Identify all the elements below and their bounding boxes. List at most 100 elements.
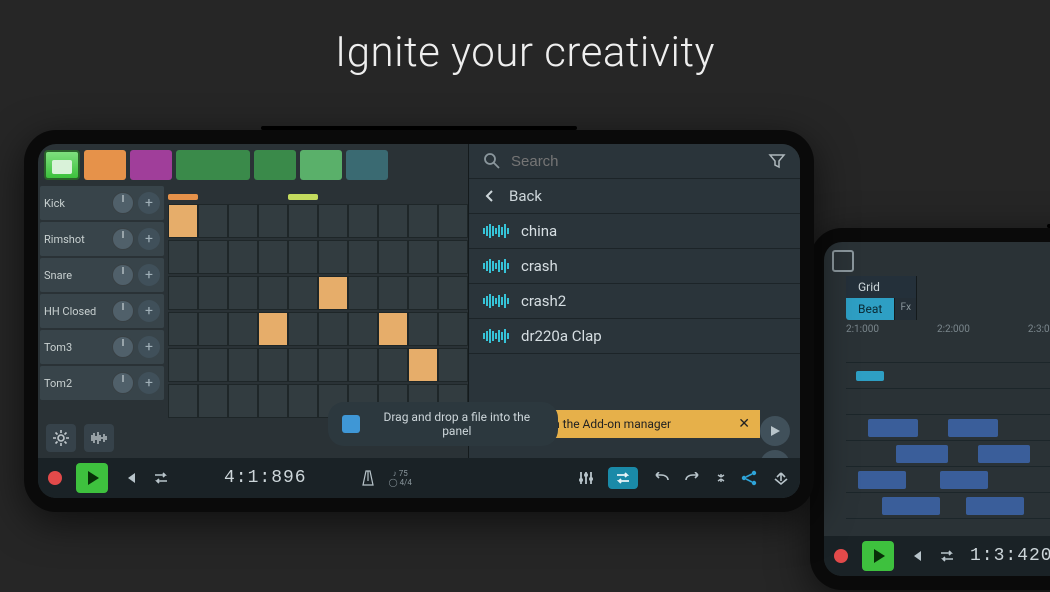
track-row[interactable]: Snare + xyxy=(40,258,164,292)
search-input[interactable] xyxy=(511,153,758,170)
step-cell[interactable] xyxy=(318,204,348,238)
track-knob-icon[interactable] xyxy=(112,192,134,214)
loop-mode-icon[interactable] xyxy=(608,467,638,489)
step-cell[interactable] xyxy=(228,204,258,238)
more-icon[interactable] xyxy=(716,473,726,483)
tab-beat[interactable]: Beat xyxy=(846,298,895,320)
step-cell[interactable] xyxy=(258,276,288,310)
sample-item[interactable]: crash2 xyxy=(469,284,800,319)
step-cell[interactable] xyxy=(258,204,288,238)
step-cell[interactable] xyxy=(288,204,318,238)
record-button[interactable] xyxy=(48,471,62,485)
step-cell[interactable] xyxy=(378,276,408,310)
step-cell[interactable] xyxy=(318,240,348,274)
close-icon[interactable]: ✕ xyxy=(738,416,750,432)
tab-grid[interactable]: Grid xyxy=(846,276,917,298)
step-cell[interactable] xyxy=(228,312,258,346)
settings-gear-icon[interactable] xyxy=(46,424,76,452)
step-cell[interactable] xyxy=(288,384,318,418)
step-cell[interactable] xyxy=(168,348,198,382)
step-cell[interactable] xyxy=(198,240,228,274)
waveform-view-icon[interactable] xyxy=(84,424,114,452)
step-cell[interactable] xyxy=(168,240,198,274)
step-cell[interactable] xyxy=(438,240,468,274)
preview-play-icon[interactable] xyxy=(760,416,790,446)
sample-item[interactable]: crash xyxy=(469,249,800,284)
mixer-icon[interactable] xyxy=(578,470,594,486)
track-row[interactable]: Tom2 + xyxy=(40,366,164,400)
step-cell[interactable] xyxy=(348,240,378,274)
view-mode-icon[interactable] xyxy=(832,250,854,272)
pattern-chip[interactable] xyxy=(130,150,172,180)
step-cell[interactable] xyxy=(318,348,348,382)
arrangement-tracks[interactable] xyxy=(824,337,1050,545)
track-knob-icon[interactable] xyxy=(112,300,134,322)
step-cell[interactable] xyxy=(228,276,258,310)
step-cell[interactable] xyxy=(198,276,228,310)
track-row[interactable]: Rimshot + xyxy=(40,222,164,256)
step-cell[interactable] xyxy=(408,312,438,346)
pattern-chip[interactable] xyxy=(254,150,296,180)
step-cell[interactable] xyxy=(168,204,198,238)
tempo-display[interactable]: ♪ 75 ◯ 4/4 xyxy=(389,469,412,487)
undo-icon[interactable] xyxy=(652,472,670,484)
step-cell[interactable] xyxy=(438,276,468,310)
step-cell[interactable] xyxy=(258,312,288,346)
step-cell[interactable] xyxy=(228,384,258,418)
sample-item[interactable]: china xyxy=(469,214,800,249)
track-row[interactable]: HH Closed + xyxy=(40,294,164,328)
track-add-icon[interactable]: + xyxy=(138,300,160,322)
loop-button[interactable] xyxy=(938,549,956,563)
track-add-icon[interactable]: + xyxy=(138,336,160,358)
step-cell[interactable] xyxy=(168,384,198,418)
step-cell[interactable] xyxy=(198,312,228,346)
step-cell[interactable] xyxy=(168,312,198,346)
browser-back-button[interactable]: Back xyxy=(469,179,800,214)
step-cell[interactable] xyxy=(168,276,198,310)
track-row[interactable]: Tom3 + xyxy=(40,330,164,364)
step-cell[interactable] xyxy=(348,276,378,310)
track-add-icon[interactable]: + xyxy=(138,192,160,214)
rewind-button[interactable] xyxy=(908,548,924,564)
play-button[interactable] xyxy=(862,541,894,571)
step-cell[interactable] xyxy=(408,276,438,310)
track-knob-icon[interactable] xyxy=(112,264,134,286)
step-cell[interactable] xyxy=(198,384,228,418)
step-cell[interactable] xyxy=(318,276,348,310)
track-knob-icon[interactable] xyxy=(112,372,134,394)
step-cell[interactable] xyxy=(198,204,228,238)
step-cell[interactable] xyxy=(348,312,378,346)
loop-button[interactable] xyxy=(152,471,170,485)
step-cell[interactable] xyxy=(438,312,468,346)
redo-icon[interactable] xyxy=(684,472,702,484)
export-icon[interactable] xyxy=(772,470,790,486)
metronome-icon[interactable] xyxy=(361,469,375,487)
tab-fx[interactable]: Fx xyxy=(895,298,917,320)
step-cell[interactable] xyxy=(438,348,468,382)
step-cell[interactable] xyxy=(258,384,288,418)
pattern-chip[interactable] xyxy=(84,150,126,180)
step-cell[interactable] xyxy=(198,348,228,382)
step-cell[interactable] xyxy=(348,348,378,382)
step-cell[interactable] xyxy=(288,240,318,274)
sample-item[interactable]: dr220a Clap xyxy=(469,319,800,354)
share-icon[interactable] xyxy=(740,470,758,486)
step-cell[interactable] xyxy=(378,348,408,382)
step-cell[interactable] xyxy=(408,240,438,274)
step-cell[interactable] xyxy=(288,348,318,382)
step-cell[interactable] xyxy=(318,312,348,346)
step-cell[interactable] xyxy=(378,312,408,346)
track-knob-icon[interactable] xyxy=(112,228,134,250)
step-cell[interactable] xyxy=(258,348,288,382)
step-cell[interactable] xyxy=(408,204,438,238)
track-add-icon[interactable]: + xyxy=(138,264,160,286)
pattern-chip[interactable] xyxy=(300,150,342,180)
step-cell[interactable] xyxy=(408,348,438,382)
step-cell[interactable] xyxy=(378,240,408,274)
step-cell[interactable] xyxy=(438,204,468,238)
app-logo-icon[interactable] xyxy=(44,150,80,180)
track-knob-icon[interactable] xyxy=(112,336,134,358)
step-cell[interactable] xyxy=(348,204,378,238)
step-cell[interactable] xyxy=(288,312,318,346)
play-button[interactable] xyxy=(76,463,108,493)
